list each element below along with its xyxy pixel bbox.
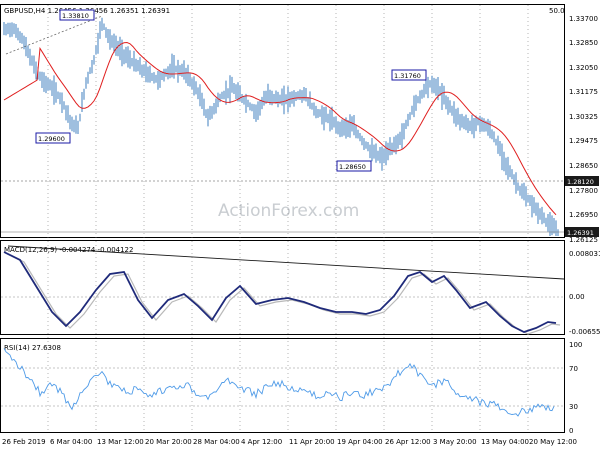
price-tick: 1.28650 (569, 162, 598, 170)
time-tick: 26 Apr 12:00 (385, 438, 431, 446)
support-level-tag: 1.28120 (565, 176, 599, 186)
time-tick: 20 Mar 20:00 (145, 438, 192, 446)
price-axis: 1.33700 1.32850 1.32050 1.31175 1.30325 … (569, 15, 598, 244)
chart-canvas[interactable]: ActionForex.com GBPUSD,H4 1.26456 1.2645… (0, 0, 600, 450)
macd-tick: -0.00655 (569, 328, 600, 336)
annotation-low-2: 1.28650 (336, 160, 372, 172)
zoom-level: 50.0 (549, 7, 565, 15)
macd-axis: 0.008031 0.00 -0.00655 (569, 250, 600, 336)
chart-window: ActionForex.com GBPUSD,H4 1.26456 1.2645… (0, 0, 600, 450)
rsi-axis: 100 70 30 0 (569, 341, 582, 435)
price-tick: 1.26950 (569, 211, 598, 219)
time-axis: 26 Feb 2019 6 Mar 04:00 13 Mar 12:00 20 … (2, 438, 577, 446)
price-tick: 1.27800 (569, 187, 598, 195)
time-tick: 4 Apr 12:00 (241, 438, 282, 446)
current-price-tag: 1.26391 (565, 227, 599, 237)
macd-lines (3, 251, 561, 335)
svg-text:1.31760: 1.31760 (394, 72, 421, 80)
rsi-tick: 30 (569, 403, 578, 411)
time-tick: 3 May 20:00 (433, 438, 477, 446)
svg-text:1.26391: 1.26391 (567, 229, 594, 237)
price-tick: 1.30325 (569, 113, 598, 121)
time-tick: 13 Mar 12:00 (97, 438, 144, 446)
time-tick: 19 Apr 04:00 (337, 438, 383, 446)
moving-average (3, 41, 557, 216)
svg-text:1.33810: 1.33810 (62, 12, 89, 20)
price-tick: 1.32050 (569, 64, 598, 72)
macd-tick: 0.00 (569, 293, 585, 301)
time-tick: 28 Mar 04:00 (193, 438, 240, 446)
annotation-high-1: 1.33810 (59, 9, 95, 21)
watermark-text: ActionForex.com (218, 201, 359, 221)
macd-signal-line (7, 253, 561, 335)
macd-tick: 0.008031 (569, 250, 600, 258)
price-tick: 1.32850 (569, 39, 598, 47)
rsi-tick: 100 (569, 341, 582, 349)
time-tick: 20 May 12:00 (529, 438, 577, 446)
time-tick: 26 Feb 2019 (2, 438, 46, 446)
svg-text:1.28650: 1.28650 (339, 163, 366, 171)
annotation-low-1: 1.29600 (35, 132, 71, 144)
svg-text:1.28120: 1.28120 (567, 178, 594, 186)
price-tick: 1.33700 (569, 15, 598, 23)
time-tick: 13 May 04:00 (481, 438, 529, 446)
macd-main-line (3, 251, 557, 333)
price-tick: 1.31175 (569, 88, 598, 96)
rsi-tick: 0 (569, 427, 573, 435)
annotation-high-2: 1.31760 (391, 69, 427, 81)
macd-panel (0, 240, 565, 335)
time-tick: 6 Mar 04:00 (50, 438, 92, 446)
moving-average-line (3, 41, 557, 216)
rsi-tick: 70 (569, 365, 578, 373)
rsi-label: RSI(14) 27.6308 (4, 344, 61, 352)
macd-trendline (7, 245, 565, 280)
price-tick: 1.26125 (569, 236, 598, 244)
svg-text:1.29600: 1.29600 (38, 135, 65, 143)
price-tick: 1.29475 (569, 137, 598, 145)
time-tick: 11 Apr 20:00 (289, 438, 335, 446)
